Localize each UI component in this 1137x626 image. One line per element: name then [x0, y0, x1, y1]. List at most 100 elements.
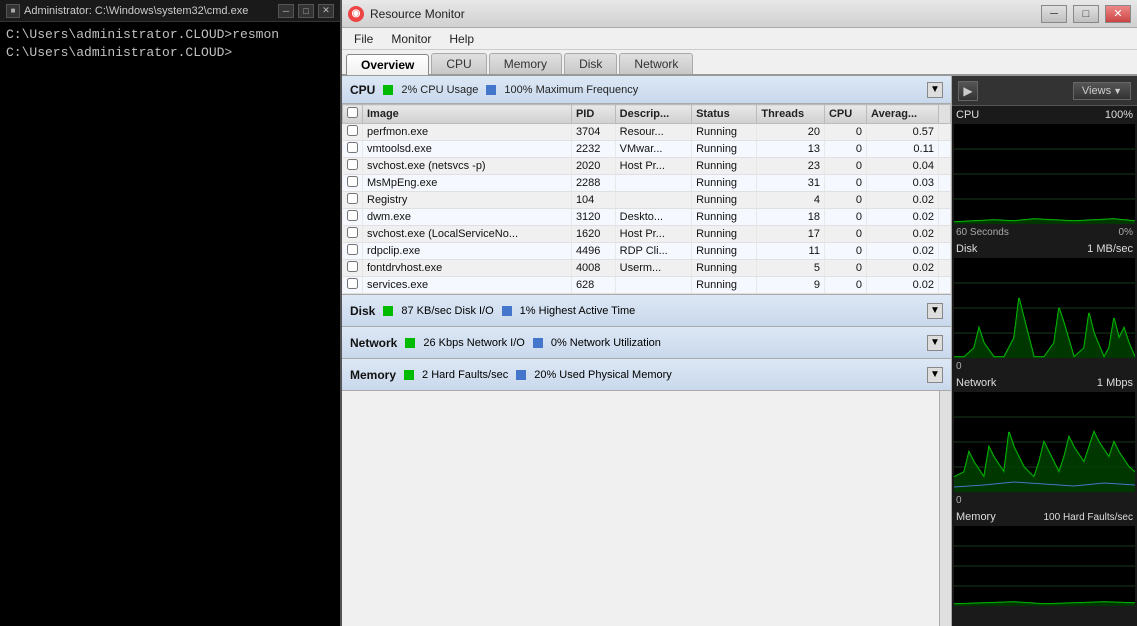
row-checkbox[interactable]	[347, 210, 358, 221]
nav-arrow-btn[interactable]: ▶	[958, 81, 978, 101]
table-row[interactable]: MsMpEng.exe 2288 Running 31 0 0.03	[343, 175, 951, 192]
cmd-body: C:\Users\administrator.CLOUD>resmon C:\U…	[0, 22, 340, 626]
cell-threads: 23	[757, 158, 825, 175]
network-graph-header: Network 1 Mbps	[952, 374, 1137, 392]
cmd-line-2: C:\Users\administrator.CLOUD>	[6, 44, 334, 62]
tab-overview[interactable]: Overview	[346, 54, 429, 75]
network-section-title: Network	[350, 336, 397, 350]
cell-image: Registry	[363, 192, 572, 209]
cell-avg: 0.03	[867, 175, 939, 192]
tab-network[interactable]: Network	[619, 53, 693, 74]
resmon-title: Resource Monitor	[370, 7, 1035, 21]
network-section[interactable]: Network 26 Kbps Network I/O 0% Network U…	[342, 327, 951, 359]
cmd-window: ■ Administrator: C:\Windows\system32\cmd…	[0, 0, 340, 626]
tab-cpu[interactable]: CPU	[431, 53, 486, 74]
memory-graph-label: Memory	[956, 511, 996, 523]
views-button[interactable]: Views ▼	[1073, 82, 1131, 100]
disk-expand-btn[interactable]: ▼	[927, 303, 943, 319]
row-checkbox[interactable]	[347, 193, 358, 204]
table-row[interactable]: perfmon.exe 3704 Resour... Running 20 0 …	[343, 124, 951, 141]
cmd-minimize-btn[interactable]: ─	[278, 4, 294, 18]
col-threads: Threads	[757, 105, 825, 124]
cmd-line-1: C:\Users\administrator.CLOUD>resmon	[6, 26, 334, 44]
network-graph-label: Network	[956, 377, 996, 389]
cell-status: Running	[692, 158, 757, 175]
menu-help[interactable]: Help	[441, 30, 482, 48]
cell-threads: 5	[757, 260, 825, 277]
memory-graph-area	[954, 526, 1135, 606]
cell-status: Running	[692, 175, 757, 192]
network-stat2: 0% Network Utilization	[551, 337, 661, 349]
memory-stat2: 20% Used Physical Memory	[534, 369, 672, 381]
cpu-stat1: 2% CPU Usage	[401, 84, 478, 96]
table-row[interactable]: fontdrvhost.exe 4008 Userm... Running 5 …	[343, 260, 951, 277]
cell-image: MsMpEng.exe	[363, 175, 572, 192]
resmon-maximize-btn[interactable]: □	[1073, 5, 1099, 23]
table-row[interactable]: services.exe 628 Running 9 0 0.02	[343, 277, 951, 294]
menu-monitor[interactable]: Monitor	[383, 30, 439, 48]
cell-image: vmtoolsd.exe	[363, 141, 572, 158]
row-checkbox[interactable]	[347, 142, 358, 153]
cell-status: Running	[692, 243, 757, 260]
cell-pid: 3704	[571, 124, 615, 141]
disk-graph-header: Disk 1 MB/sec	[952, 240, 1137, 258]
memory-graph-svg	[954, 526, 1135, 606]
disk-graph-zero: 0	[956, 361, 962, 372]
cpu-section: CPU 2% CPU Usage 100% Maximum Frequency …	[342, 76, 951, 295]
row-checkbox[interactable]	[347, 227, 358, 238]
col-status: Status	[692, 105, 757, 124]
cell-pid: 4008	[571, 260, 615, 277]
memory-graph-value: 100 Hard Faults/sec	[1044, 512, 1134, 523]
cell-status: Running	[692, 141, 757, 158]
table-row[interactable]: svchost.exe (netsvcs -p) 2020 Host Pr...…	[343, 158, 951, 175]
cell-pid: 1620	[571, 226, 615, 243]
col-avg: Averag...	[867, 105, 939, 124]
cell-cpu: 0	[824, 226, 866, 243]
cell-pid: 3120	[571, 209, 615, 226]
row-checkbox[interactable]	[347, 261, 358, 272]
row-checkbox[interactable]	[347, 244, 358, 255]
table-row[interactable]: svchost.exe (LocalServiceNo... 1620 Host…	[343, 226, 951, 243]
memory-section[interactable]: Memory 2 Hard Faults/sec 20% Used Physic…	[342, 359, 951, 391]
memory-expand-btn[interactable]: ▼	[927, 367, 943, 383]
cell-desc: RDP Cli...	[615, 243, 691, 260]
row-checkbox[interactable]	[347, 125, 358, 136]
cpu-table-container: Image PID Descrip... Status Threads CPU …	[342, 104, 951, 294]
resmon-minimize-btn[interactable]: ─	[1041, 5, 1067, 23]
cmd-maximize-btn[interactable]: □	[298, 4, 314, 18]
select-all-checkbox[interactable]	[347, 107, 358, 118]
cell-cpu: 0	[824, 277, 866, 294]
row-checkbox[interactable]	[347, 176, 358, 187]
cell-pid: 2288	[571, 175, 615, 192]
cell-status: Running	[692, 124, 757, 141]
cmd-close-btn[interactable]: ✕	[318, 4, 334, 18]
col-cpu: CPU	[824, 105, 866, 124]
cpu-section-header[interactable]: CPU 2% CPU Usage 100% Maximum Frequency …	[342, 76, 951, 104]
row-checkbox[interactable]	[347, 278, 358, 289]
table-row[interactable]: vmtoolsd.exe 2232 VMwar... Running 13 0 …	[343, 141, 951, 158]
table-row[interactable]: Registry 104 Running 4 0 0.02	[343, 192, 951, 209]
col-desc: Descrip...	[615, 105, 691, 124]
resmon-close-btn[interactable]: ✕	[1105, 5, 1131, 23]
left-scrollbar[interactable]	[939, 391, 951, 626]
cell-avg: 0.02	[867, 277, 939, 294]
table-row[interactable]: rdpclip.exe 4496 RDP Cli... Running 11 0…	[343, 243, 951, 260]
cell-image: perfmon.exe	[363, 124, 572, 141]
menu-file[interactable]: File	[346, 30, 381, 48]
cell-cpu: 0	[824, 141, 866, 158]
cell-pid: 2232	[571, 141, 615, 158]
disk-section[interactable]: Disk 87 KB/sec Disk I/O 1% Highest Activ…	[342, 295, 951, 327]
cell-desc: Host Pr...	[615, 158, 691, 175]
cpu-graph-label: CPU	[956, 109, 979, 121]
memory-graph-section: Memory 100 Hard Faults/sec	[952, 508, 1137, 606]
network-expand-btn[interactable]: ▼	[927, 335, 943, 351]
cpu-expand-btn[interactable]: ▼	[927, 82, 943, 98]
cell-cpu: 0	[824, 175, 866, 192]
network-green-indicator	[405, 338, 415, 348]
cell-avg: 0.02	[867, 260, 939, 277]
tab-disk[interactable]: Disk	[564, 53, 617, 74]
row-checkbox[interactable]	[347, 159, 358, 170]
tab-memory[interactable]: Memory	[489, 53, 562, 74]
memory-green-indicator	[404, 370, 414, 380]
table-row[interactable]: dwm.exe 3120 Deskto... Running 18 0 0.02	[343, 209, 951, 226]
